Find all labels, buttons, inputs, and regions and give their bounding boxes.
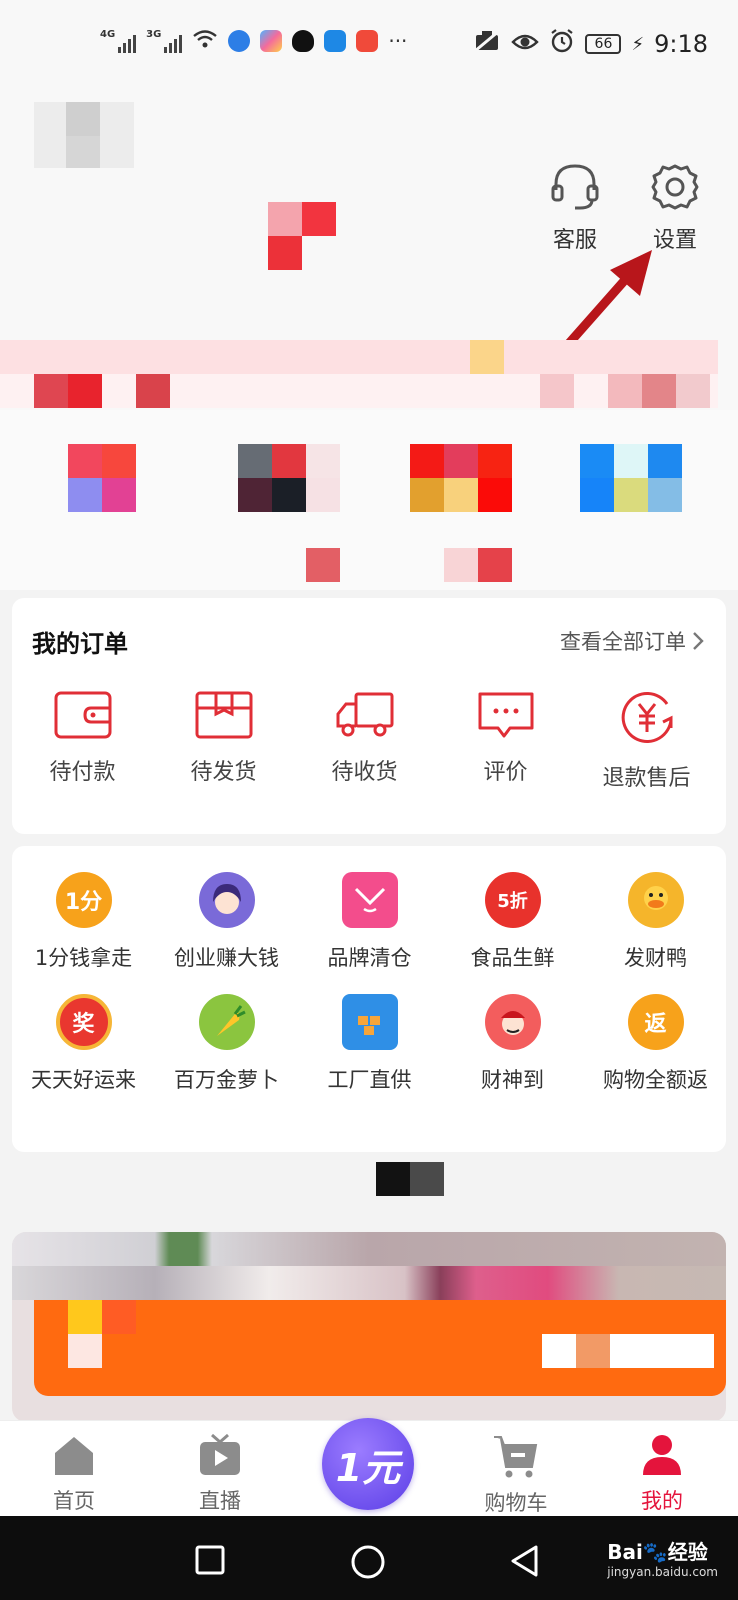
app-notification-icon xyxy=(324,29,347,52)
recent-apps-icon[interactable] xyxy=(194,1544,226,1576)
order-item-label: 评价 xyxy=(483,760,528,785)
person-icon xyxy=(643,1435,681,1475)
app-notification-icon xyxy=(228,29,251,52)
order-item-label: 退款售后 xyxy=(602,766,691,791)
order-review[interactable]: 评价 xyxy=(435,690,576,792)
tab-live[interactable]: 直播 xyxy=(170,1433,270,1515)
member-banner[interactable] xyxy=(0,340,718,410)
duck-icon xyxy=(627,872,684,928)
home-icon xyxy=(55,1437,93,1475)
app-notification-icon xyxy=(356,29,379,52)
service-fresh-food[interactable]: 5折 食品生鲜 xyxy=(441,872,584,972)
quick-entries xyxy=(0,410,738,590)
tab-mine[interactable]: 我的 xyxy=(612,1433,712,1515)
factory-icon xyxy=(341,994,398,1050)
refund-icon xyxy=(621,691,672,743)
service-factory-direct[interactable]: 工厂直供 xyxy=(298,994,441,1094)
home-nav-icon[interactable] xyxy=(350,1544,386,1580)
alarm-icon xyxy=(549,28,575,60)
qq-icon xyxy=(292,29,315,52)
watermark: Bai🐾经验 jingyan.baidu.com xyxy=(607,1540,718,1579)
back-icon[interactable] xyxy=(508,1544,540,1578)
truck-icon xyxy=(336,692,393,737)
order-refund[interactable]: 退款售后 xyxy=(576,690,717,792)
carrot-icon xyxy=(198,994,255,1050)
cashback-icon: 返 xyxy=(627,994,684,1050)
eye-icon xyxy=(511,30,540,58)
service-golden-carrot[interactable]: 百万金萝卜 xyxy=(155,994,298,1094)
cart-icon xyxy=(494,1436,538,1478)
service-one-cent[interactable]: 1分 1分钱拿走 xyxy=(12,872,155,972)
service-daily-luck[interactable]: 奖 天天好运来 xyxy=(12,994,155,1094)
pager-indicator xyxy=(376,1162,410,1196)
apple-icon: 5折 xyxy=(484,872,541,928)
bag-icon xyxy=(341,872,398,928)
service-full-cashback[interactable]: 返 购物全额返 xyxy=(584,994,727,1094)
coin-icon: 1分 xyxy=(55,872,112,928)
one-yuan-button[interactable]: 1元 xyxy=(322,1418,414,1510)
no-sim-icon xyxy=(473,29,501,59)
wallet-icon xyxy=(54,691,111,739)
service-startup[interactable]: 创业赚大钱 xyxy=(155,872,298,972)
pager-indicator xyxy=(410,1162,444,1196)
order-pending-receipt[interactable]: 待收货 xyxy=(294,690,435,792)
view-all-orders-link[interactable]: 查看全部订单 xyxy=(560,626,704,656)
service-lucky-duck[interactable]: 发财鸭 xyxy=(584,872,727,972)
tab-cart[interactable]: 购物车 xyxy=(466,1433,566,1517)
order-pending-payment[interactable]: 待付款 xyxy=(12,690,153,792)
orders-card: 我的订单 查看全部订单 待付款 待发货 待收货 评价 退款售后 xyxy=(12,598,726,834)
gear-icon xyxy=(651,164,699,210)
signal-icon: 3G xyxy=(146,29,183,53)
girl-avatar-icon xyxy=(198,872,255,928)
order-item-label: 待收货 xyxy=(331,760,398,785)
order-item-label: 待发货 xyxy=(190,760,257,785)
clock: 9:18 xyxy=(654,30,708,58)
order-item-label: 待付款 xyxy=(49,760,116,785)
chevron-right-icon xyxy=(693,632,704,650)
fortune-god-icon xyxy=(484,994,541,1050)
comment-icon xyxy=(478,692,533,738)
service-clearance[interactable]: 品牌清仓 xyxy=(298,872,441,972)
app-notification-icon xyxy=(260,29,283,52)
orders-title: 我的订单 xyxy=(32,630,128,658)
service-god-of-wealth[interactable]: 财神到 xyxy=(441,994,584,1094)
tab-home[interactable]: 首页 xyxy=(24,1433,124,1515)
wifi-icon xyxy=(192,28,218,53)
more-notifications: ··· xyxy=(388,28,408,53)
charging-icon: ⚡ xyxy=(631,33,645,55)
services-card: 1分 1分钱拿走 创业赚大钱 品牌清仓 5折 食品生鲜 发财鸭 奖 天天好运来 … xyxy=(12,846,726,1152)
system-navigation-bar: Bai🐾经验 jingyan.baidu.com xyxy=(0,1516,738,1600)
box-icon xyxy=(195,691,252,739)
prize-icon: 奖 xyxy=(55,994,112,1050)
tv-icon xyxy=(200,1433,240,1475)
promo-banner[interactable] xyxy=(12,1232,726,1422)
headset-icon xyxy=(551,164,599,210)
battery-icon: 66 xyxy=(585,34,622,54)
signal-icon: 4G xyxy=(100,29,137,53)
order-pending-shipment[interactable]: 待发货 xyxy=(153,690,294,792)
